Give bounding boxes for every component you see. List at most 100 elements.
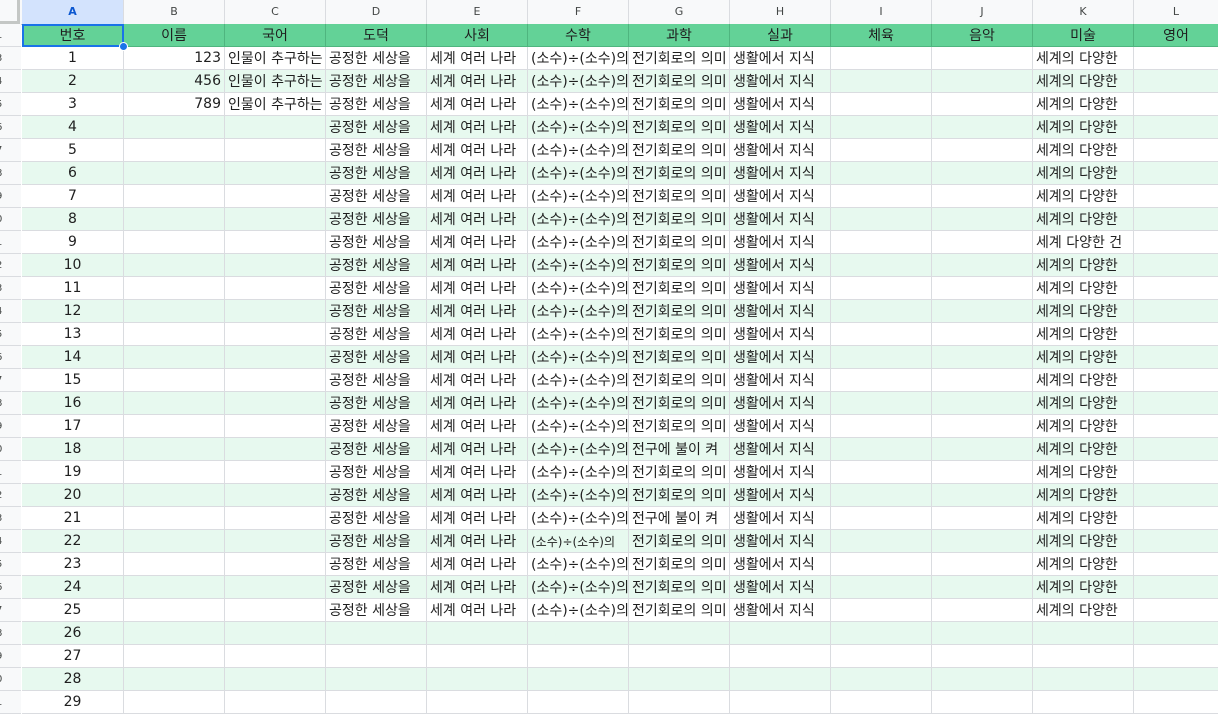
cell-c[interactable]: 인물이 추구하는 — [225, 93, 326, 116]
cell-g[interactable]: 전구에 불이 켜 — [629, 438, 730, 461]
cell-d[interactable]: 공정한 세상을 — [326, 599, 427, 622]
cell-j[interactable] — [932, 369, 1033, 392]
cell-j[interactable] — [932, 93, 1033, 116]
cell-a[interactable]: 5 — [22, 139, 124, 162]
cell-d[interactable]: 공정한 세상을 — [326, 277, 427, 300]
cell-e[interactable]: 세계 여러 나라 — [427, 231, 528, 254]
cell-e[interactable]: 세계 여러 나라 — [427, 530, 528, 553]
cell-c[interactable] — [225, 254, 326, 277]
cell-j[interactable] — [932, 553, 1033, 576]
cell-i[interactable] — [831, 162, 932, 185]
cell-c[interactable] — [225, 162, 326, 185]
cell-l[interactable] — [1134, 507, 1218, 530]
cell-h[interactable]: 생활에서 지식 — [730, 530, 831, 553]
cell-l[interactable] — [1134, 162, 1218, 185]
cell-e[interactable]: 세계 여러 나라 — [427, 415, 528, 438]
cell-j[interactable] — [932, 254, 1033, 277]
cell-j[interactable] — [932, 691, 1033, 714]
cell-c[interactable] — [225, 392, 326, 415]
cell-c[interactable] — [225, 530, 326, 553]
cell-k[interactable]: 세계의 다양한 — [1033, 415, 1134, 438]
row-header[interactable]: 8 — [0, 622, 21, 645]
cell-g[interactable]: 전기회로의 의미 — [629, 346, 730, 369]
cell-c[interactable] — [225, 116, 326, 139]
cell-i[interactable] — [831, 185, 932, 208]
cell-h[interactable]: 생활에서 지식 — [730, 599, 831, 622]
cell-g[interactable]: 전기회로의 의미 — [629, 254, 730, 277]
cell-c[interactable] — [225, 599, 326, 622]
row-header[interactable]: 5 — [0, 93, 21, 116]
cell-f[interactable]: (소수)÷(소수)의 — [528, 438, 629, 461]
header-cell-c[interactable]: 국어 — [225, 24, 326, 47]
cell-c[interactable] — [225, 668, 326, 691]
cell-a[interactable]: 13 — [22, 323, 124, 346]
cell-a[interactable]: 1 — [22, 47, 124, 70]
cell-e[interactable]: 세계 여러 나라 — [427, 162, 528, 185]
cell-j[interactable] — [932, 162, 1033, 185]
cell-l[interactable] — [1134, 415, 1218, 438]
header-cell-f[interactable]: 수학 — [528, 24, 629, 47]
cell-l[interactable] — [1134, 277, 1218, 300]
cell-c[interactable] — [225, 645, 326, 668]
cell-j[interactable] — [932, 277, 1033, 300]
cell-h[interactable]: 생활에서 지식 — [730, 323, 831, 346]
cell-e[interactable]: 세계 여러 나라 — [427, 70, 528, 93]
cell-f[interactable]: (소수)÷(소수)의 — [528, 116, 629, 139]
cell-l[interactable] — [1134, 208, 1218, 231]
header-cell-a[interactable]: 번호 — [22, 24, 124, 47]
cell-l[interactable] — [1134, 392, 1218, 415]
cell-k[interactable]: 세계의 다양한 — [1033, 461, 1134, 484]
cell-d[interactable]: 공정한 세상을 — [326, 231, 427, 254]
cell-k[interactable] — [1033, 645, 1134, 668]
cell-h[interactable]: 생활에서 지식 — [730, 300, 831, 323]
cell-f[interactable]: (소수)÷(소수)의 — [528, 553, 629, 576]
cell-e[interactable]: 세계 여러 나라 — [427, 93, 528, 116]
cell-h[interactable]: 생활에서 지식 — [730, 576, 831, 599]
cell-l[interactable] — [1134, 116, 1218, 139]
cell-a[interactable]: 18 — [22, 438, 124, 461]
cell-d[interactable]: 공정한 세상을 — [326, 185, 427, 208]
cell-j[interactable] — [932, 530, 1033, 553]
cell-b[interactable] — [124, 300, 225, 323]
cell-j[interactable] — [932, 231, 1033, 254]
cell-c[interactable] — [225, 300, 326, 323]
cell-k[interactable]: 세계의 다양한 — [1033, 70, 1134, 93]
row-header[interactable]: 6 — [0, 116, 21, 139]
cell-i[interactable] — [831, 231, 932, 254]
cell-c[interactable] — [225, 323, 326, 346]
row-header[interactable]: 9 — [0, 415, 21, 438]
cell-g[interactable]: 전기회로의 의미 — [629, 93, 730, 116]
column-header-i[interactable]: I — [831, 0, 932, 24]
cell-j[interactable] — [932, 507, 1033, 530]
header-cell-h[interactable]: 실과 — [730, 24, 831, 47]
cell-a[interactable]: 9 — [22, 231, 124, 254]
cell-b[interactable]: 456 — [124, 70, 225, 93]
cell-f[interactable]: (소수)÷(소수)의 — [528, 369, 629, 392]
cell-c[interactable] — [225, 208, 326, 231]
cell-a[interactable]: 11 — [22, 277, 124, 300]
cell-h[interactable]: 생활에서 지식 — [730, 162, 831, 185]
cell-f[interactable]: (소수)÷(소수)의 — [528, 93, 629, 116]
header-cell-b[interactable]: 이름 — [124, 24, 225, 47]
cell-f[interactable]: (소수)÷(소수)의 — [528, 231, 629, 254]
row-header[interactable]: 2 — [0, 484, 21, 507]
cell-e[interactable]: 세계 여러 나라 — [427, 116, 528, 139]
row-header[interactable]: 1 — [0, 24, 21, 47]
cell-e[interactable]: 세계 여러 나라 — [427, 300, 528, 323]
cell-k[interactable]: 세계의 다양한 — [1033, 162, 1134, 185]
cell-l[interactable] — [1134, 599, 1218, 622]
cell-f[interactable]: (소수)÷(소수)의 — [528, 47, 629, 70]
cell-a[interactable]: 24 — [22, 576, 124, 599]
cell-j[interactable] — [932, 622, 1033, 645]
cell-e[interactable]: 세계 여러 나라 — [427, 346, 528, 369]
cell-e[interactable]: 세계 여러 나라 — [427, 599, 528, 622]
cell-g[interactable]: 전기회로의 의미 — [629, 369, 730, 392]
cell-b[interactable]: 123 — [124, 47, 225, 70]
row-header[interactable]: 4 — [0, 530, 21, 553]
cell-g[interactable]: 전기회로의 의미 — [629, 231, 730, 254]
cell-k[interactable]: 세계 다양한 건 — [1033, 231, 1134, 254]
cell-d[interactable]: 공정한 세상을 — [326, 323, 427, 346]
row-header[interactable]: 6 — [0, 346, 21, 369]
cell-g[interactable] — [629, 645, 730, 668]
cell-a[interactable]: 21 — [22, 507, 124, 530]
